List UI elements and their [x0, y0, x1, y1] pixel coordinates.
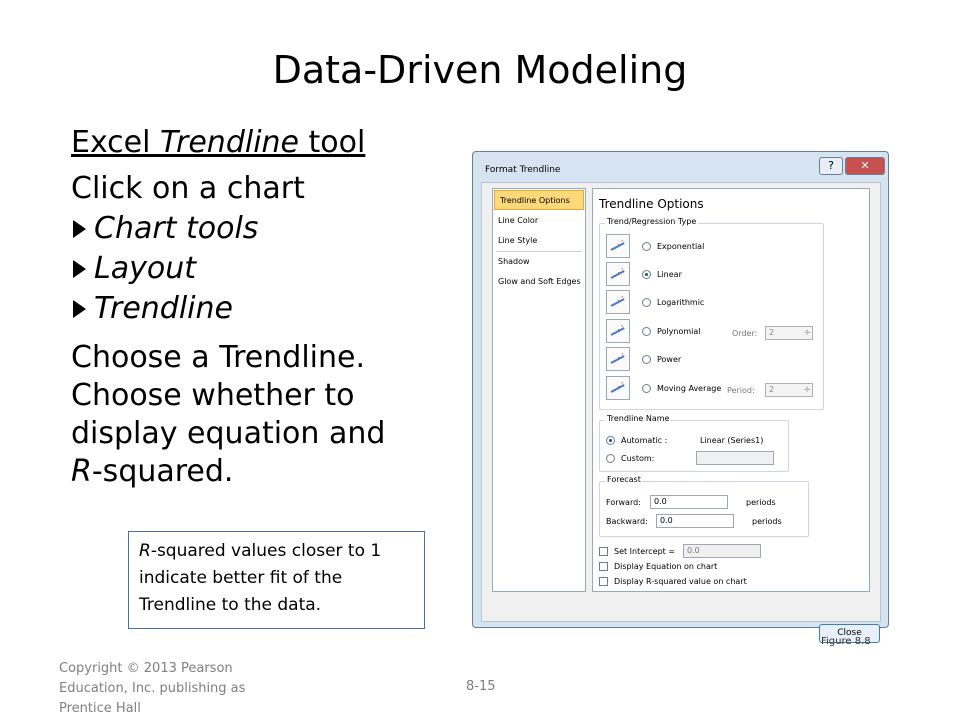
intercept-input[interactable]: 0.0	[683, 544, 761, 558]
regression-type-group: Trend/Regression Type Exponential Linear…	[599, 217, 824, 410]
forward-label: Forward:	[606, 498, 641, 507]
display-r-squared-checkbox[interactable]	[599, 577, 608, 586]
custom-name-field[interactable]	[696, 451, 774, 465]
section-heading: Excel Trendline tool	[71, 125, 366, 160]
forward-periods-unit: periods	[746, 498, 776, 507]
set-intercept-label: Set Intercept =	[614, 547, 676, 556]
radio-exponential[interactable]	[642, 241, 651, 251]
option-logarithmic[interactable]: Logarithmic	[606, 290, 704, 314]
step-item: Layout	[71, 249, 441, 289]
order-stepper[interactable]: 2	[765, 326, 813, 340]
power-trend-icon	[606, 347, 630, 371]
nav-item-trendline-options[interactable]: Trendline Options	[494, 190, 584, 210]
radio-linear[interactable]	[642, 269, 651, 279]
set-intercept-checkbox[interactable]	[599, 547, 608, 556]
slide-title: Data-Driven Modeling	[272, 48, 688, 92]
display-equation-label: Display Equation on chart	[614, 562, 718, 571]
option-polynomial[interactable]: Polynomial	[606, 319, 701, 343]
forward-periods-input[interactable]: 0.0	[650, 495, 728, 509]
display-r-squared-label: Display R-squared value on chart	[614, 577, 747, 586]
dialog-body: Trendline Options Line Color Line Style …	[481, 182, 881, 643]
period-stepper[interactable]: 2	[765, 383, 813, 397]
polynomial-trend-icon	[606, 319, 630, 343]
display-equation-checkbox[interactable]	[599, 562, 608, 571]
note-box: R-squared values closer to 1 indicate be…	[128, 531, 425, 629]
backward-periods-unit: periods	[752, 517, 782, 526]
triangle-bullet-icon	[73, 220, 86, 238]
dialog-nav: Trendline Options Line Color Line Style …	[492, 188, 586, 592]
page-number: 8-15	[466, 679, 496, 694]
backward-periods-input[interactable]: 0.0	[656, 514, 734, 528]
nav-item-glow[interactable]: Glow and Soft Edges	[493, 272, 585, 292]
trendline-options-panel: Trendline Options Trend/Regression Type …	[592, 188, 870, 592]
nav-item-shadow[interactable]: Shadow	[493, 252, 585, 272]
exponential-trend-icon	[606, 234, 630, 258]
footer-copyright: Copyright © 2013 Pearson Education, Inc.…	[59, 661, 246, 716]
step-item: Chart tools	[71, 209, 441, 249]
linear-trend-icon	[606, 262, 630, 286]
radio-logarithmic[interactable]	[642, 297, 651, 307]
radio-automatic[interactable]	[606, 435, 615, 445]
dialog-title: Format Trendline	[485, 165, 561, 175]
trendline-name-group: Trendline Name Automatic : Linear (Serie…	[599, 414, 789, 472]
moving-average-trend-icon	[606, 376, 630, 400]
figure-caption: Figure 8.8	[821, 636, 871, 647]
backward-label: Backward:	[606, 517, 648, 526]
option-custom-name[interactable]: Custom:	[606, 446, 654, 470]
slide-body: Excel Trendline tool Click on a chart Ch…	[71, 123, 441, 491]
nav-item-line-color[interactable]: Line Color	[493, 211, 585, 231]
option-power[interactable]: Power	[606, 347, 681, 371]
option-moving-average[interactable]: Moving Average	[606, 376, 721, 400]
triangle-bullet-icon	[73, 260, 86, 278]
option-exponential[interactable]: Exponential	[606, 234, 704, 258]
format-trendline-dialog: Format Trendline ? ✕ Trendline Options L…	[472, 151, 889, 643]
panel-title: Trendline Options	[599, 197, 704, 211]
radio-power[interactable]	[642, 354, 651, 364]
instruction-paragraph: Choose a Trendline. Choose whether to di…	[71, 340, 386, 489]
radio-moving-average[interactable]	[642, 383, 651, 393]
radio-custom[interactable]	[606, 453, 615, 463]
close-x-button[interactable]: ✕	[845, 157, 885, 175]
intro-text: Click on a chart	[71, 171, 305, 206]
step-item: Trendline	[71, 289, 441, 329]
period-label: Period:	[727, 386, 755, 395]
automatic-name-value: Linear (Series1)	[700, 436, 764, 445]
logarithmic-trend-icon	[606, 290, 630, 314]
radio-polynomial[interactable]	[642, 326, 651, 336]
option-linear[interactable]: Linear	[606, 262, 682, 286]
nav-item-line-style[interactable]: Line Style	[493, 231, 585, 251]
forecast-group: Forecast Forward: 0.0 periods Backward: …	[599, 475, 809, 537]
order-label: Order:	[732, 329, 758, 338]
help-button[interactable]: ?	[819, 157, 843, 175]
triangle-bullet-icon	[73, 300, 86, 318]
